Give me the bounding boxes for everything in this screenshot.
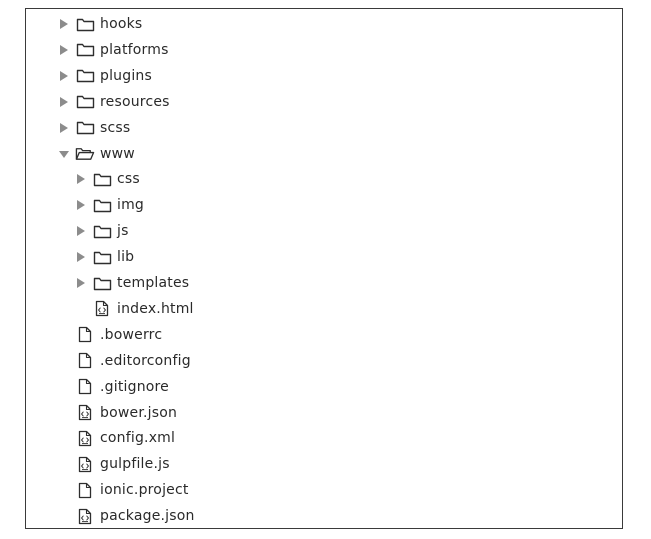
tree-item-folder-hooks[interactable]: hooks [55, 12, 142, 36]
folder-icon [75, 93, 95, 111]
code-file-icon [75, 404, 95, 422]
folder-icon [92, 274, 112, 292]
tree-item-label: js [117, 223, 129, 240]
tree-item-folder-img[interactable]: img [72, 193, 144, 217]
file-tree: hooks platforms plugins resources scss www css… [26, 9, 622, 528]
tree-item-label: .gitignore [100, 378, 169, 395]
chevron-right-icon[interactable] [72, 196, 90, 214]
chevron-right-icon[interactable] [55, 67, 73, 85]
folder-icon [92, 222, 112, 240]
chevron-right-icon[interactable] [72, 248, 90, 266]
tree-item-label: index.html [117, 300, 194, 317]
tree-item-label: .bowerrc [100, 326, 163, 343]
tree-item-folder-plugins[interactable]: plugins [55, 64, 152, 88]
tree-item-file-index-html[interactable]: index.html [72, 297, 194, 321]
file-tree-panel: hooks platforms plugins resources scss www css… [25, 8, 623, 529]
chevron-right-icon[interactable] [72, 170, 90, 188]
tree-item-folder-css[interactable]: css [72, 167, 140, 191]
tree-item-label: scss [100, 119, 131, 136]
tree-item-label: package.json [100, 508, 195, 525]
tree-item-label: lib [117, 249, 135, 266]
tree-item-label: bower.json [100, 404, 178, 421]
code-file-icon [75, 429, 95, 447]
tree-item-file-package-json[interactable]: package.json [55, 504, 195, 528]
tree-item-label: www [100, 145, 135, 162]
tree-item-file-gitignore[interactable]: .gitignore [55, 375, 169, 399]
folder-icon [75, 15, 95, 33]
tree-item-label: platforms [100, 41, 169, 58]
tree-item-label: ionic.project [100, 482, 189, 499]
folder-icon [75, 67, 95, 85]
chevron-right-icon[interactable] [72, 274, 90, 292]
tree-item-folder-resources[interactable]: resources [55, 90, 170, 114]
folder-icon [92, 196, 112, 214]
tree-item-label: gulpfile.js [100, 456, 170, 473]
tree-item-folder-templates[interactable]: templates [72, 271, 189, 295]
tree-item-label: templates [117, 275, 190, 291]
tree-item-label: .editorconfig [100, 352, 191, 369]
code-file-icon [75, 455, 95, 473]
tree-item-folder-lib[interactable]: lib [72, 245, 134, 269]
file-icon [75, 481, 95, 499]
tree-item-label: img [117, 197, 145, 214]
tree-item-file-ionic-project[interactable]: ionic.project [55, 478, 189, 502]
chevron-right-icon[interactable] [55, 15, 73, 33]
tree-item-file-bower-json[interactable]: bower.json [55, 401, 177, 425]
chevron-right-icon[interactable] [55, 41, 73, 59]
tree-item-file-editorconfig[interactable]: .editorconfig [55, 349, 191, 373]
file-icon [75, 352, 95, 370]
tree-item-folder-js[interactable]: js [72, 219, 129, 243]
folder-icon [75, 119, 95, 137]
tree-item-file-bowerrc[interactable]: .bowerrc [55, 323, 162, 347]
code-file-icon [92, 300, 112, 318]
tree-item-label: config.xml [100, 430, 176, 447]
tree-item-folder-scss[interactable]: scss [55, 116, 130, 140]
tree-item-label: resources [100, 93, 170, 110]
chevron-right-icon[interactable] [55, 119, 73, 137]
tree-item-folder-platforms[interactable]: platforms [55, 38, 169, 62]
tree-item-label: css [117, 171, 140, 188]
tree-item-file-gulpfile-js[interactable]: gulpfile.js [55, 452, 170, 476]
code-file-icon [75, 507, 95, 525]
tree-item-folder-www[interactable]: www [55, 142, 135, 166]
chevron-right-icon[interactable] [55, 93, 73, 111]
folder-open-icon [75, 145, 95, 163]
chevron-right-icon[interactable] [72, 222, 90, 240]
tree-item-label: plugins [100, 67, 152, 84]
tree-item-label: hooks [100, 16, 143, 32]
chevron-down-icon[interactable] [55, 145, 73, 163]
folder-icon [92, 248, 112, 266]
folder-icon [75, 41, 95, 59]
folder-icon [92, 170, 112, 188]
tree-item-file-config-xml[interactable]: config.xml [55, 426, 175, 450]
file-icon [75, 378, 95, 396]
file-icon [75, 326, 95, 344]
